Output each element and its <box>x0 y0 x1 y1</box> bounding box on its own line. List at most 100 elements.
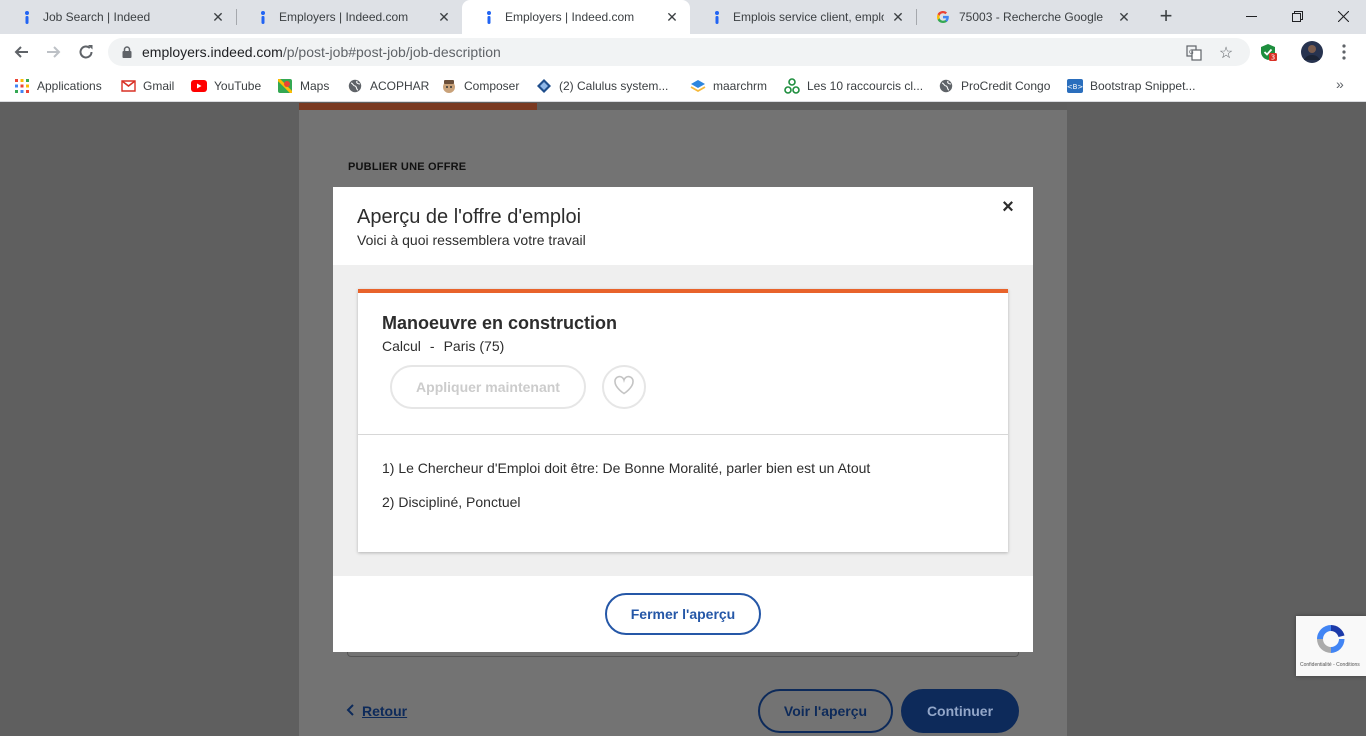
bookmark-applications[interactable]: Applications <box>14 76 102 96</box>
company-name: Calcul <box>382 338 421 354</box>
job-card: Manoeuvre en construction Calcul - Paris… <box>358 289 1008 552</box>
job-description: 1) Le Chercheur d'Emploi doit être: De B… <box>382 460 870 528</box>
terms-link[interactable]: Conditions <box>1332 662 1360 668</box>
bookmark-label: (2) Calulus system... <box>559 79 669 93</box>
maps-icon <box>277 78 293 94</box>
indeed-icon <box>20 10 34 24</box>
close-icon[interactable]: ✕ <box>890 9 906 25</box>
tab-employers-1[interactable]: Employers | Indeed.com ✕ <box>236 0 462 34</box>
meta-separator: - <box>429 338 435 354</box>
apps-grid-icon <box>14 78 30 94</box>
bookmark-label: Composer <box>464 79 520 93</box>
tab-label: Job Search | Indeed <box>43 10 151 24</box>
url-text: employers.indeed.com/p/post-job#post-job… <box>142 44 501 60</box>
browser-toolbar: employers.indeed.com/p/post-job#post-job… <box>0 34 1366 70</box>
lock-icon <box>120 45 134 59</box>
modal-subtitle: Voici à quoi ressemblera votre travail <box>357 232 586 248</box>
google-icon <box>936 10 950 24</box>
bookmark-label: Applications <box>37 79 102 93</box>
translate-icon[interactable]: G <box>1184 43 1204 63</box>
bookmark-label: ACOPHAR <box>370 79 430 93</box>
continue-button[interactable]: Continuer <box>901 689 1019 733</box>
tab-label: 75003 - Recherche Google <box>959 10 1104 24</box>
gmail-icon <box>120 78 136 94</box>
page-kicker: PUBLIER UNE OFFRE <box>348 161 467 173</box>
modal-title: Aperçu de l'offre d'emploi <box>357 206 582 228</box>
close-icon[interactable]: ✕ <box>210 9 226 25</box>
bookmark-maarchrm[interactable]: maarchrm <box>690 76 767 96</box>
progress-bar <box>299 103 1067 110</box>
apply-now-button[interactable]: Appliquer maintenant <box>390 365 586 409</box>
close-icon[interactable]: ✕ <box>1116 9 1132 25</box>
window-close-button[interactable] <box>1320 0 1366 32</box>
bookmark-gmail[interactable]: Gmail <box>120 76 174 96</box>
network-icon <box>784 78 800 94</box>
job-title: Manoeuvre en construction <box>382 313 618 333</box>
kebab-menu-icon[interactable] <box>1332 40 1356 64</box>
bookmark-calulus[interactable]: (2) Calulus system... <box>536 76 668 96</box>
job-preview-modal: Aperçu de l'offre d'emploi Voici à quoi … <box>333 187 1033 652</box>
bootstrap-icon: <B> <box>1067 78 1083 94</box>
tab-employers-active[interactable]: Employers | Indeed.com ✕ <box>462 0 690 34</box>
bookmark-procredit[interactable]: ProCredit Congo <box>938 76 1050 96</box>
tab-emplois-service-client[interactable]: Emplois service client, emploi | ✕ <box>690 0 916 34</box>
chevron-left-icon <box>346 703 354 719</box>
address-bar[interactable]: employers.indeed.com/p/post-job#post-job… <box>108 38 1250 66</box>
close-icon[interactable]: ✕ <box>436 9 452 25</box>
tab-label: Employers | Indeed.com <box>279 10 409 24</box>
globe-icon <box>938 78 954 94</box>
close-icon[interactable]: ✕ <box>664 9 680 25</box>
youtube-icon <box>191 78 207 94</box>
privacy-link[interactable]: Confidentialité <box>1300 662 1332 668</box>
bookmark-raccourcis[interactable]: Les 10 raccourcis cl... <box>784 76 923 96</box>
job-location: Paris (75) <box>443 338 505 354</box>
tab-label: Employers | Indeed.com <box>505 10 635 24</box>
heart-icon <box>613 375 635 400</box>
bookmark-label: maarchrm <box>713 79 768 93</box>
save-job-button[interactable] <box>602 365 646 409</box>
bookmark-maps[interactable]: Maps <box>277 76 329 96</box>
forward-arrow-icon[interactable] <box>42 40 66 64</box>
restore-button[interactable] <box>1274 0 1320 32</box>
bookmarks-bar: Applications Gmail YouTube Maps ACOPHAR … <box>0 70 1366 102</box>
maarch-icon <box>690 78 706 94</box>
profile-avatar[interactable] <box>1300 40 1324 64</box>
bookmark-youtube[interactable]: YouTube <box>191 76 261 96</box>
url-host: employers.indeed.com <box>142 44 283 60</box>
new-tab-button[interactable]: + <box>1155 5 1177 27</box>
minimize-button[interactable] <box>1228 0 1274 32</box>
modal-body: Manoeuvre en construction Calcul - Paris… <box>333 265 1033 576</box>
bookmark-acophar[interactable]: ACOPHAR <box>347 76 429 96</box>
bookmark-composer[interactable]: Composer <box>441 76 519 96</box>
bookmark-label: Bootstrap Snippet... <box>1090 79 1196 93</box>
bookmark-label: Gmail <box>143 79 175 93</box>
indeed-icon <box>256 10 270 24</box>
more-bookmarks-button[interactable]: » <box>1336 76 1344 92</box>
tab-job-search[interactable]: Job Search | Indeed ✕ <box>0 0 236 34</box>
extension-shield-icon[interactable]: 3 <box>1256 40 1280 64</box>
recaptcha-badge[interactable]: ConfidentialitéConditions <box>1296 616 1366 676</box>
progress-bar-fill <box>299 103 538 110</box>
modal-header: Aperçu de l'offre d'emploi Voici à quoi … <box>333 187 1033 265</box>
svg-text:<B>: <B> <box>1067 83 1083 91</box>
tab-label: Emplois service client, emploi | <box>733 10 884 24</box>
star-icon[interactable]: ☆ <box>1216 43 1236 63</box>
description-line: 2) Discipliné, Ponctuel <box>382 494 521 510</box>
bookmark-bootstrap[interactable]: <B> Bootstrap Snippet... <box>1067 76 1195 96</box>
composer-icon <box>441 78 457 94</box>
back-link-label: Retour <box>362 703 408 719</box>
indeed-icon <box>710 10 724 24</box>
description-line: 1) Le Chercheur d'Emploi doit être: De B… <box>382 460 871 476</box>
preview-button[interactable]: Voir l'aperçu <box>758 689 893 733</box>
svg-text:G: G <box>1189 49 1194 56</box>
back-link[interactable]: Retour <box>346 703 407 719</box>
close-preview-button[interactable]: Fermer l'aperçu <box>605 593 761 635</box>
back-arrow-icon[interactable] <box>9 40 33 64</box>
globe-icon <box>347 78 363 94</box>
job-card-header: Manoeuvre en construction Calcul - Paris… <box>358 293 1008 435</box>
recaptcha-links: ConfidentialitéConditions <box>1300 662 1360 668</box>
indeed-icon <box>482 10 496 24</box>
tab-google-search[interactable]: 75003 - Recherche Google ✕ <box>916 0 1142 34</box>
close-icon[interactable]: × <box>997 196 1019 218</box>
reload-icon[interactable] <box>74 40 98 64</box>
